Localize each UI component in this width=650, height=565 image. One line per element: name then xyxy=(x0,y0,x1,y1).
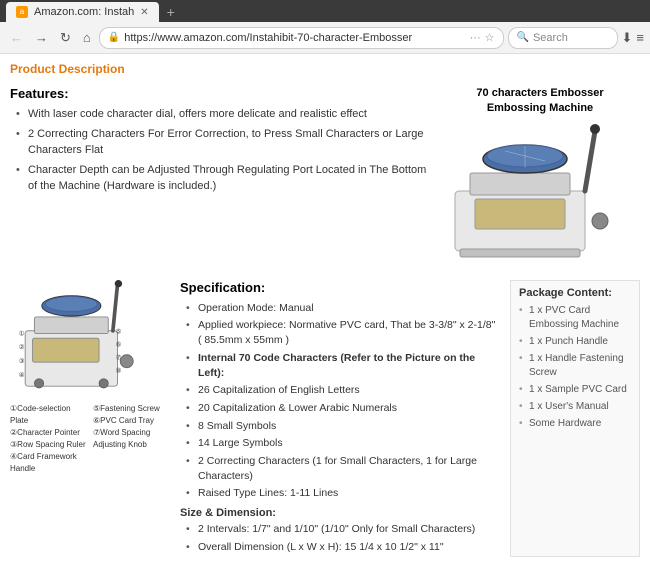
product-description-heading: Product Description xyxy=(10,62,640,76)
svg-text:⑥: ⑥ xyxy=(116,341,122,348)
diagram-label-4: ④Card Framework Handle xyxy=(10,451,87,475)
tab-label: Amazon.com: Instah xyxy=(34,6,134,18)
machine-diagram: ① ② ③ ④ ⑤ ⑥ ⑦ ⑧ ①Code-selection Plate ②C… xyxy=(10,280,170,558)
back-button[interactable]: ← xyxy=(6,28,27,47)
svg-text:①: ① xyxy=(19,330,25,337)
specs-title: Specification: xyxy=(180,280,500,295)
address-bar[interactable]: 🔒 https://www.amazon.com/Instahibit-70-c… xyxy=(99,27,504,49)
diagram-label-6: ⑥PVC Card Tray xyxy=(93,415,170,427)
specs-list: Operation Mode: Manual Applied workpiece… xyxy=(180,301,500,501)
search-box[interactable]: 🔍 Search xyxy=(508,27,618,49)
new-tab-button[interactable]: + xyxy=(161,4,181,20)
tab-bar: a Amazon.com: Instah ✕ + xyxy=(0,0,650,22)
spec-item-1: Applied workpiece: Normative PVC card, T… xyxy=(186,318,500,347)
machine-diagram-svg: ① ② ③ ④ ⑤ ⑥ ⑦ ⑧ xyxy=(10,280,165,400)
svg-text:③: ③ xyxy=(19,358,25,365)
spec-item-3: 26 Capitalization of English Letters xyxy=(186,383,500,398)
nav-bar: ← → ↻ ⌂ 🔒 https://www.amazon.com/Instahi… xyxy=(0,22,650,54)
package-list: 1 x PVC Card Embossing Machine 1 x Punch… xyxy=(519,304,631,431)
url-text: https://www.amazon.com/Instahibit-70-cha… xyxy=(124,32,465,44)
svg-text:⑤: ⑤ xyxy=(116,328,122,335)
specs-subtitle: Size & Dimension: xyxy=(180,507,500,519)
spec-item-4: 20 Capitalization & Lower Arabic Numeral… xyxy=(186,401,500,416)
spec-item-7: 2 Correcting Characters (1 for Small Cha… xyxy=(186,454,500,483)
package-title: Package Content: xyxy=(519,287,631,299)
search-icon: 🔍 xyxy=(517,32,529,43)
spec-item-2: Internal 70 Code Characters (Refer to th… xyxy=(186,351,500,380)
feature-item-3: Character Depth can be Adjusted Through … xyxy=(16,163,430,194)
svg-text:④: ④ xyxy=(19,372,25,379)
features-title: Features: xyxy=(10,86,430,101)
forward-button[interactable]: → xyxy=(31,28,52,47)
product-image-svg xyxy=(445,121,635,261)
package-item-4: 1 x User's Manual xyxy=(519,400,631,414)
overflow-dots: ··· xyxy=(470,32,481,44)
spec-item-5: 8 Small Symbols xyxy=(186,419,500,434)
diagram-label-3: ③Row Spacing Ruler xyxy=(10,439,87,451)
tab-close-button[interactable]: ✕ xyxy=(140,7,148,18)
feature-item-1: With laser code character dial, offers m… xyxy=(16,107,430,122)
ssl-icon: 🔒 xyxy=(108,32,120,43)
specs-block: Specification: Operation Mode: Manual Ap… xyxy=(180,280,500,558)
diagram-labels-left: ①Code-selection Plate ②Character Pointer… xyxy=(10,403,87,475)
bookmark-icon[interactable]: ☆ xyxy=(485,31,495,44)
features-list: With laser code character dial, offers m… xyxy=(10,107,430,194)
diagram-labels: ①Code-selection Plate ②Character Pointer… xyxy=(10,403,170,475)
package-item-2: 1 x Handle Fastening Screw xyxy=(519,352,631,380)
active-tab[interactable]: a Amazon.com: Instah ✕ xyxy=(6,2,159,22)
package-item-1: 1 x Punch Handle xyxy=(519,335,631,349)
dimension-item-0: 2 Intervals: 1/7" and 1/10" (1/10" Only … xyxy=(186,522,500,537)
diagram-label-2: ②Character Pointer xyxy=(10,427,87,439)
product-image-title: 70 characters Embosser Embossing Machine xyxy=(440,86,640,117)
svg-text:⑦: ⑦ xyxy=(116,354,122,361)
spec-item-8: Raised Type Lines: 1-11 Lines xyxy=(186,486,500,501)
menu-button[interactable]: ≡ xyxy=(636,30,644,45)
dimension-item-1: Overall Dimension (L x W x H): 15 1/4 x … xyxy=(186,540,500,555)
diagram-label-7: ⑦Word Spacing Adjusting Knob xyxy=(93,427,170,451)
dimension-list: 2 Intervals: 1/7" and 1/10" (1/10" Only … xyxy=(180,522,500,554)
diagram-label-1: ①Code-selection Plate xyxy=(10,403,87,427)
spec-item-0: Operation Mode: Manual xyxy=(186,301,500,316)
product-image-top: 70 characters Embosser Embossing Machine xyxy=(440,86,640,264)
package-block: Package Content: 1 x PVC Card Embossing … xyxy=(510,280,640,558)
bottom-section: ① ② ③ ④ ⑤ ⑥ ⑦ ⑧ ①Code-selection Plate ②C… xyxy=(10,280,640,558)
amazon-favicon: a xyxy=(16,6,28,18)
package-item-0: 1 x PVC Card Embossing Machine xyxy=(519,304,631,332)
download-button[interactable]: ⬇ xyxy=(622,30,633,46)
svg-text:⑧: ⑧ xyxy=(116,367,122,374)
top-section: Features: With laser code character dial… xyxy=(10,86,640,264)
package-item-5: Some Hardware xyxy=(519,417,631,431)
package-item-3: 1 x Sample PVC Card xyxy=(519,383,631,397)
page-content: Product Description Features: With laser… xyxy=(0,54,650,565)
diagram-labels-right: ⑤Fastening Screw ⑥PVC Card Tray ⑦Word Sp… xyxy=(93,403,170,475)
features-block: Features: With laser code character dial… xyxy=(10,86,440,264)
search-placeholder: Search xyxy=(533,32,568,44)
svg-text:②: ② xyxy=(19,344,25,351)
refresh-button[interactable]: ↻ xyxy=(56,28,75,48)
spec-item-6: 14 Large Symbols xyxy=(186,436,500,451)
feature-item-2: 2 Correcting Characters For Error Correc… xyxy=(16,127,430,158)
diagram-label-5: ⑤Fastening Screw xyxy=(93,403,170,415)
home-button[interactable]: ⌂ xyxy=(79,28,95,47)
